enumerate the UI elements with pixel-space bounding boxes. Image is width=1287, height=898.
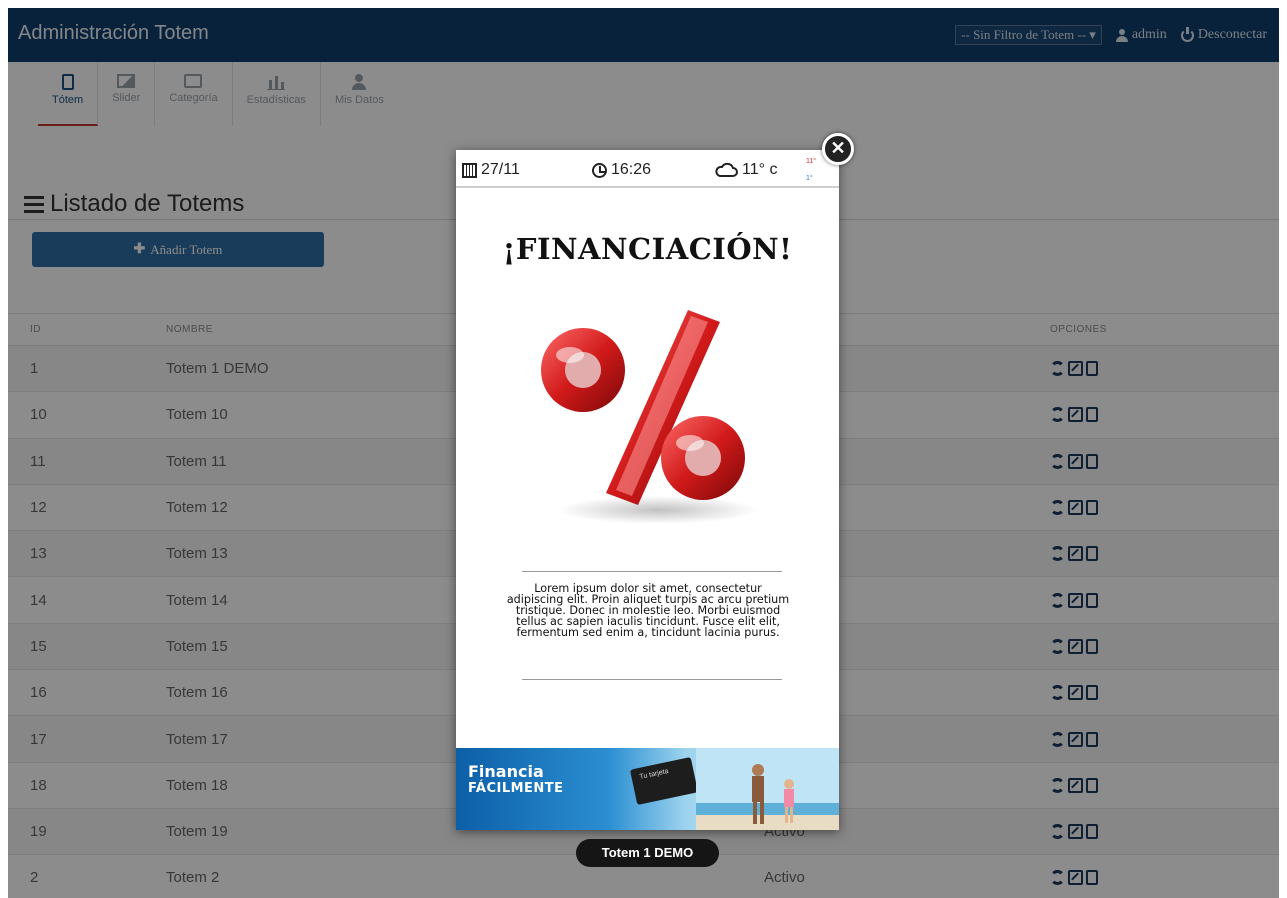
date-display: 27/11 [462, 161, 520, 179]
credit-card-graphic: Tu tarjeta [629, 756, 699, 806]
percent-graphic [541, 310, 758, 524]
promo-body-text: Lorem ipsum dolor sit amet, consectetur … [506, 582, 790, 639]
time-text: 16:26 [611, 161, 652, 178]
cloud-icon [715, 162, 738, 177]
divider-top [522, 571, 782, 572]
promo-banner: Financia FÁCILMENTE Tu tarjeta [456, 748, 839, 830]
app-window: Administración Totem -- Sin Filtro de To… [8, 8, 1279, 898]
totem-preview-modal: 27/11 16:26 11° c 11° 1° ¡FINANCIACIÓN! [456, 150, 839, 830]
card-text: Tu tarjeta [639, 767, 670, 781]
temp-range: 11° 1° [806, 153, 816, 187]
divider-bottom [522, 679, 782, 680]
totem-status-bar: 27/11 16:26 11° c 11° 1° [456, 150, 839, 188]
temperature-text: 11° c [742, 161, 778, 178]
time-display: 16:26 [592, 161, 651, 179]
temp-high: 11° [806, 158, 817, 165]
banner-line-2: FÁCILMENTE [468, 781, 564, 796]
banner-line-1: Financia [468, 762, 544, 781]
clock-icon [592, 162, 607, 178]
close-modal-button[interactable]: ✕ [822, 133, 854, 165]
weather-display: 11° c [714, 161, 777, 179]
promo-title: ¡FINANCIACIÓN! [502, 232, 793, 266]
calendar-icon [462, 162, 477, 178]
temp-low: 1° [806, 175, 813, 182]
preview-caption: Totem 1 DEMO [576, 839, 719, 867]
beach-family-photo [696, 748, 839, 830]
date-text: 27/11 [481, 161, 520, 178]
